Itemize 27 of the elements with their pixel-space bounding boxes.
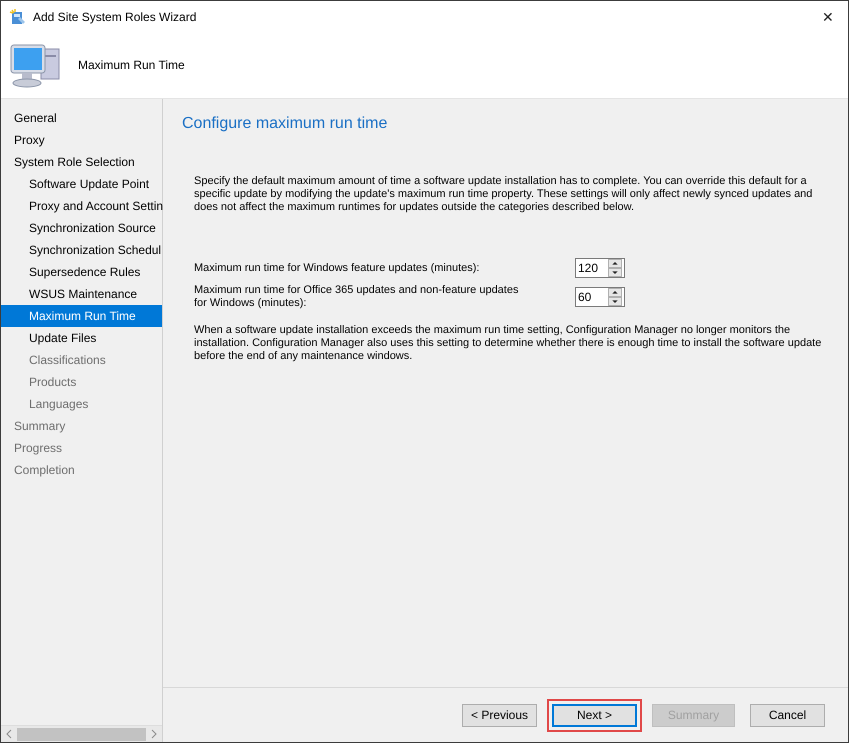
nav-item[interactable]: Maximum Run Time (1, 305, 162, 327)
nav-item[interactable]: Proxy and Account Settin (1, 195, 162, 217)
wizard-button[interactable]: Next > (552, 704, 637, 726)
note-text: When a software update installation exceeds the maximum run time setting, Configuration Manager no longer monitors the installation. Configuration Manager also uses this setting to determine whether there is enough time to install the software update before the end of any maintenance windows. (194, 324, 822, 363)
intro-text: Specify the default maximum amount of time a software update installation has to complete. You can override this default for a specific update by modifying the update's maximum run time property. These settings will only affect newly synced updates and does not affect the maximum runtimes for updates outside the categories described below. (194, 175, 814, 214)
number-spinner[interactable]: 60 (575, 287, 625, 307)
nav-item[interactable]: Supersedence Rules (1, 261, 162, 283)
close-button[interactable]: ✕ (808, 2, 848, 32)
nav-item[interactable]: Synchronization Source (1, 217, 162, 239)
field-label: Maximum run time for Office 365 updates and non-feature updates for Windows (minutes): (194, 284, 520, 310)
nav-item[interactable]: Update Files (1, 327, 162, 349)
scrollbar-thumb[interactable] (17, 728, 146, 740)
nav-item[interactable]: Proxy (1, 129, 162, 151)
wizard-icon (9, 8, 27, 26)
number-spinner[interactable]: 120 (575, 258, 625, 278)
wizard-button[interactable]: < Previous (462, 704, 537, 726)
nav-item[interactable]: WSUS Maintenance (1, 283, 162, 305)
section-heading: Configure maximum run time (182, 115, 388, 133)
nav-item[interactable]: Software Update Point (1, 173, 162, 195)
scrollbar[interactable] (1, 725, 162, 742)
nav-item[interactable]: System Role Selection (1, 151, 162, 173)
page-title: Maximum Run Time (78, 58, 185, 72)
field-label: Maximum run time for Windows feature updates (minutes): (194, 262, 480, 274)
nav-item[interactable]: Synchronization Schedul (1, 239, 162, 261)
window-title: Add Site System Roles Wizard (33, 10, 196, 24)
wizard-button[interactable]: Cancel (750, 704, 825, 726)
nav-item[interactable]: General (1, 107, 162, 129)
